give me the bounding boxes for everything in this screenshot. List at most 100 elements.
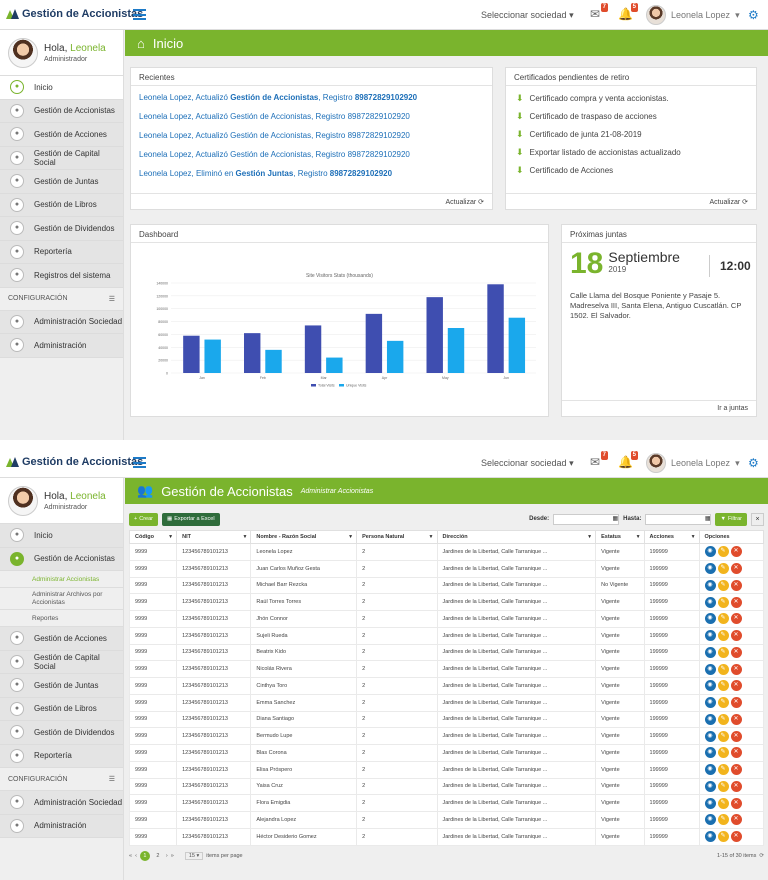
sidebar-subitem[interactable]: Reportes: [0, 610, 123, 627]
view-icon[interactable]: ◉: [704, 814, 716, 826]
sidebar-item[interactable]: ● Registros del sistema: [0, 264, 123, 288]
view-icon[interactable]: ◉: [704, 680, 716, 692]
delete-icon[interactable]: ✕: [730, 797, 742, 809]
per-page-select[interactable]: 15 ▾: [184, 852, 204, 860]
edit-icon[interactable]: ✎: [717, 630, 729, 642]
delete-icon[interactable]: ✕: [730, 646, 742, 658]
delete-icon[interactable]: ✕: [730, 663, 742, 675]
filter-icon[interactable]: ▼: [348, 534, 353, 540]
recent-item[interactable]: Leonela Lopez, Actualizó Gestión de Acci…: [139, 131, 492, 143]
view-icon[interactable]: ◉: [704, 546, 716, 558]
gear-icon[interactable]: ⚙: [748, 8, 759, 22]
column-header[interactable]: Opciones: [698, 530, 765, 544]
view-icon[interactable]: ◉: [704, 613, 716, 625]
sidebar-item[interactable]: ● Gestión de Capital Social: [0, 650, 123, 674]
edit-icon[interactable]: ✎: [717, 747, 729, 759]
menu-toggle-icon[interactable]: [133, 9, 146, 20]
delete-icon[interactable]: ✕: [730, 730, 742, 742]
column-header[interactable]: Estatus ▼: [595, 530, 645, 544]
recent-item[interactable]: Leonela Lopez, Actualizó Gestión de Acci…: [139, 150, 492, 162]
table-row[interactable]: 9999 123456789101213 Juan Carlos Muñoz Ges…: [128, 559, 765, 578]
recent-item[interactable]: Leonela Lopez, Actualizó Gestión de Acci…: [139, 93, 492, 105]
refresh-icon[interactable]: ⟳: [759, 853, 764, 859]
certificate-item[interactable]: ⬇ Certificado de traspaso de acciones: [516, 110, 756, 122]
export-excel-button[interactable]: ▦ Exportar a Excel: [161, 512, 220, 526]
edit-icon[interactable]: ✎: [717, 680, 729, 692]
sidebar-item[interactable]: ● Gestión de Libros: [0, 697, 123, 721]
certificate-item[interactable]: ⬇ Exportar listado de accionistas actuali…: [516, 146, 756, 158]
sidebar-item[interactable]: ● Administración: [0, 334, 123, 358]
delete-icon[interactable]: ✕: [730, 713, 742, 725]
table-row[interactable]: 9999 123456789101213 Alejandra Lopez 2 Jardi…: [128, 811, 765, 829]
filter-icon[interactable]: ▼: [587, 534, 592, 540]
certificate-item[interactable]: ⬇ Certificado compra y venta accionistas.: [516, 92, 756, 104]
view-icon[interactable]: ◉: [704, 630, 716, 642]
bell-icon[interactable]: 🔔 5: [618, 451, 638, 469]
filter-icon[interactable]: ▼: [636, 534, 641, 540]
app-logo[interactable]: Gestión de Accionistas: [6, 8, 143, 20]
delete-icon[interactable]: ✕: [730, 630, 742, 642]
delete-icon[interactable]: ✕: [730, 814, 742, 826]
ir-a-juntas-link[interactable]: Ir a juntas: [562, 400, 756, 416]
view-icon[interactable]: ◉: [704, 747, 716, 759]
sliders-icon[interactable]: ☰: [109, 295, 115, 303]
table-row[interactable]: 9999 123456789101213 Blas Corona 2 Jardines …: [128, 744, 765, 762]
filter-icon[interactable]: ▼: [242, 534, 247, 540]
filter-icon[interactable]: ▼: [429, 534, 434, 540]
mail-icon[interactable]: ✉ 7: [588, 3, 608, 21]
column-header[interactable]: NIT ▼: [176, 530, 252, 544]
sidebar-item[interactable]: ● Administración: [0, 814, 123, 838]
sidebar-item[interactable]: ● Gestión de Juntas: [0, 674, 123, 698]
delete-icon[interactable]: ✕: [730, 680, 742, 692]
user-menu[interactable]: Leonela Lopez ▾: [646, 453, 740, 473]
edit-icon[interactable]: ✎: [717, 613, 729, 625]
sidebar-item[interactable]: ● Inicio: [0, 524, 123, 548]
menu-toggle-icon[interactable]: [133, 457, 146, 468]
certificate-item[interactable]: ⬇ Certificado de Acciones: [516, 164, 756, 176]
sidebar-item[interactable]: ● Gestión de Dividendos: [0, 721, 123, 745]
sidebar-item[interactable]: ● Administración Sociedad: [0, 791, 123, 815]
delete-icon[interactable]: ✕: [730, 747, 742, 759]
to-date-input[interactable]: ▦: [645, 513, 712, 525]
edit-icon[interactable]: ✎: [717, 797, 729, 809]
page-number[interactable]: 2: [153, 851, 163, 861]
edit-icon[interactable]: ✎: [717, 563, 729, 575]
column-header[interactable]: Persona Natural ▼: [356, 530, 438, 544]
sidebar-item[interactable]: ● Inicio: [0, 76, 123, 100]
company-select[interactable]: Seleccionar sociedad ▾: [481, 10, 574, 21]
edit-icon[interactable]: ✎: [717, 764, 729, 776]
recent-item[interactable]: Leonela Lopez, Actualizó Gestión de Acci…: [139, 112, 492, 124]
page-number[interactable]: 1: [139, 851, 150, 861]
column-header[interactable]: Acciones ▼: [643, 530, 700, 544]
view-icon[interactable]: ◉: [704, 596, 716, 608]
delete-icon[interactable]: ✕: [730, 596, 742, 608]
table-row[interactable]: 9999 123456789101213 Cinthya Toro 2 Jardines…: [128, 677, 765, 695]
edit-icon[interactable]: ✎: [717, 596, 729, 608]
edit-icon[interactable]: ✎: [717, 579, 729, 591]
prev-page-icon[interactable]: ‹: [135, 853, 137, 859]
sidebar-item[interactable]: ● Reportería: [0, 240, 123, 264]
user-menu[interactable]: Leonela Lopez ▾: [646, 5, 740, 25]
column-header[interactable]: Nombre - Razón Social ▼: [250, 530, 358, 544]
view-icon[interactable]: ◉: [704, 780, 716, 792]
edit-icon[interactable]: ✎: [717, 663, 729, 675]
filter-icon[interactable]: ▼: [168, 534, 173, 540]
delete-icon[interactable]: ✕: [730, 563, 742, 575]
table-row[interactable]: 9999 123456789101213 Leonela Lopez 2 Jardine…: [128, 543, 765, 561]
table-row[interactable]: 9999 123456789101213 Beatrix Kido 2 Jardines…: [128, 643, 765, 662]
view-icon[interactable]: ◉: [704, 646, 716, 658]
edit-icon[interactable]: ✎: [717, 646, 729, 658]
edit-icon[interactable]: ✎: [717, 831, 729, 843]
delete-icon[interactable]: ✕: [730, 780, 742, 792]
last-page-icon[interactable]: »: [171, 853, 174, 859]
view-icon[interactable]: ◉: [704, 663, 716, 675]
table-row[interactable]: 9999 123456789101213 Bermudo Lupe 2 Jardines…: [128, 727, 765, 745]
edit-icon[interactable]: ✎: [717, 697, 729, 709]
column-header[interactable]: Dirección ▼: [436, 530, 597, 544]
sidebar-item[interactable]: ● Administración Sociedad: [0, 310, 123, 334]
table-row[interactable]: 9999 123456789101213 Michael Barr Rezcka 2 J…: [128, 576, 765, 595]
table-row[interactable]: 9999 123456789101213 Diana Santiago 2 Jardin…: [128, 710, 765, 729]
next-page-icon[interactable]: ›: [166, 853, 168, 859]
table-row[interactable]: 9999 123456789101213 Sujeli Rueda 2 Jardines…: [128, 626, 765, 645]
clear-filter-button[interactable]: ×: [751, 512, 764, 526]
